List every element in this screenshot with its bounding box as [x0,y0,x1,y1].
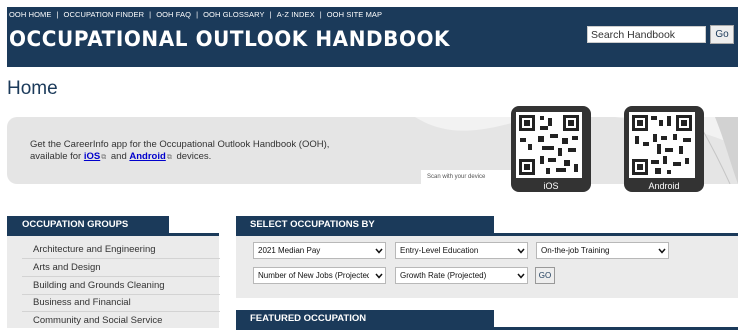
median-pay-select[interactable]: 2021 Median Pay [253,242,386,259]
divider [22,258,220,259]
occupation-groups-heading: OCCUPATION GROUPS [7,216,169,233]
android-qr-phone[interactable]: Android [624,106,704,192]
external-link-icon: ⧉ [166,154,172,161]
new-jobs-select[interactable]: Number of New Jobs (Projected) [253,267,386,284]
nav-divider: | [56,10,59,19]
select-value: Entry-Level Education [400,246,479,255]
android-label: Android [648,181,680,191]
divider [22,311,220,312]
group-item[interactable]: Building and Grounds Cleaning [33,280,165,291]
nav-occupation-finder[interactable]: OCCUPATION FINDER [64,10,145,19]
divider [22,276,220,277]
top-nav: OOH HOME | OCCUPATION FINDER | OOH FAQ | OOH G… [9,10,382,19]
featured-occupation-heading: FEATURED OCCUPATION [236,310,494,327]
promo-line-2-prefix: available for [30,151,82,162]
ios-qr-phone[interactable]: iOS [511,106,591,192]
nav-divider: | [319,10,322,19]
nav-divider: | [196,10,199,19]
occupation-groups-panel: Architecture and Engineering Arts and De… [7,236,220,328]
promo-text: Get the CareerInfo app for the Occupatio… [30,139,329,164]
go-button[interactable]: GO [535,267,555,284]
select-value: 2021 Median Pay [258,246,321,255]
select-value: On-the-job Training [541,246,610,255]
qr-code-icon [516,112,582,178]
nav-ooh-faq[interactable]: OOH FAQ [156,10,191,19]
nav-divider: | [269,10,272,19]
ios-link[interactable]: iOS [84,151,100,162]
qr-code-icon [629,112,695,178]
select-occupations-heading: SELECT OCCUPATIONS BY [236,216,494,233]
growth-rate-select[interactable]: Growth Rate (Projected) [395,267,528,284]
scan-label: Scan with your device [421,170,513,184]
promo-line-1: Get the CareerInfo app for the Occupatio… [30,139,330,150]
page-title: Home [7,78,58,99]
group-item[interactable]: Arts and Design [33,262,101,273]
group-item[interactable]: Architecture and Engineering [33,244,156,255]
ios-label: iOS [543,181,559,191]
nav-ooh-site-map[interactable]: OOH SITE MAP [327,10,382,19]
on-the-job-training-select[interactable]: On-the-job Training [536,242,669,259]
search-input[interactable] [587,26,706,43]
promo-line-2: available for iOS⧉ and Android⧉ devices. [30,151,329,164]
android-link[interactable]: Android [129,151,165,162]
select-value: Number of New Jobs (Projected) [258,271,369,280]
promo-and: and [110,151,127,162]
divider [22,294,220,295]
search-go-button[interactable]: Go [710,25,734,44]
site-title[interactable]: OCCUPATIONAL OUTLOOK HANDBOOK [9,27,450,52]
external-link-icon: ⧉ [101,154,107,161]
group-item[interactable]: Business and Financial [33,297,131,308]
select-value: Growth Rate (Projected) [400,271,487,280]
nav-a-z-index[interactable]: A-Z INDEX [277,10,315,19]
nav-ooh-glossary[interactable]: OOH GLOSSARY [203,10,265,19]
entry-level-education-select[interactable]: Entry-Level Education [395,242,528,259]
promo-line-2-suffix: devices. [176,151,212,162]
nav-ooh-home[interactable]: OOH HOME [9,10,51,19]
nav-divider: | [149,10,152,19]
group-item[interactable]: Community and Social Service [33,315,162,326]
